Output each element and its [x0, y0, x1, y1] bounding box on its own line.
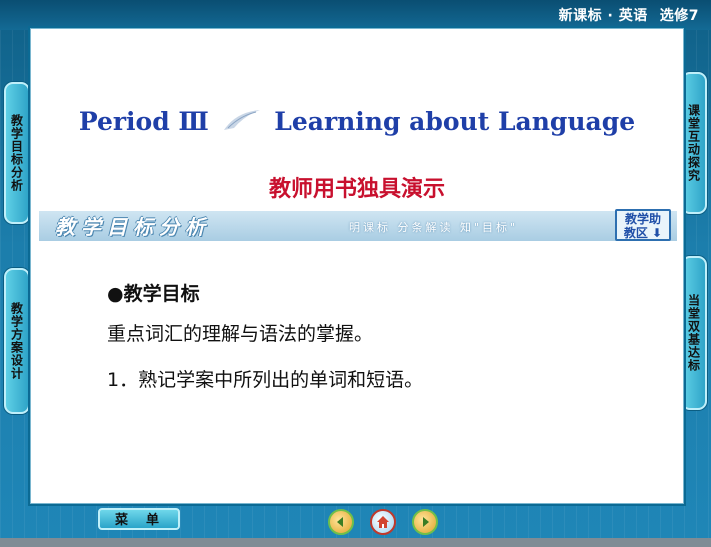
section-hint: 明课标 分条解读 知"目标" [349, 221, 519, 234]
goal-item: 1．熟记学案中所列出的单词和短语。 [107, 369, 424, 391]
slide-subtitle: 教师用书独具演示 [268, 176, 445, 202]
side-tab-teaching-plan[interactable]: 教学方案设计 [4, 268, 30, 414]
section-banner: 教学目标分析 明课标 分条解读 知"目标" [39, 211, 677, 241]
top-bar: 新课标 · 英语 选修7 [0, 0, 711, 30]
module-name: 选修7 [659, 8, 699, 24]
goal-text: 重点词汇的理解与语法的掌握。 [107, 323, 374, 345]
side-tab-classroom-interaction[interactable]: 课堂互动探究 [681, 72, 707, 214]
slide-title: Period Ⅲ Learning about Language [31, 107, 683, 136]
section-title: 教学目标分析 [55, 215, 211, 239]
goal-heading: ●教学目标 [107, 283, 200, 305]
assist-button-line1: 教学助 [624, 212, 661, 226]
side-tab-basic-practice[interactable]: 当堂双基达标 [681, 256, 707, 410]
feather-swoosh-icon [223, 110, 260, 130]
course-name: 新课标 · 英语 [558, 8, 648, 24]
teaching-assist-button[interactable]: 教学助 教区 ⬇ [615, 209, 671, 241]
side-tab-label: 教学目标分析 [9, 114, 24, 192]
home-icon[interactable] [370, 509, 396, 535]
side-tab-label: 当堂双基达标 [686, 294, 701, 372]
course-label: 新课标 · 英语 选修7 [559, 5, 699, 25]
side-tab-teaching-goals[interactable]: 教学目标分析 [4, 82, 30, 224]
assist-button-line2: 教区 ⬇ [623, 226, 663, 240]
slide-panel: Period Ⅲ Learning about Language 教师用书独具演… [30, 28, 684, 504]
side-tab-label: 课堂互动探究 [686, 104, 701, 182]
menu-button[interactable]: 菜单 [98, 508, 180, 530]
bottom-strip [0, 538, 711, 547]
title-topic: Learning about Language [274, 107, 636, 136]
title-period: Period Ⅲ [78, 107, 209, 136]
side-tab-label: 教学方案设计 [9, 302, 24, 380]
previous-page-icon[interactable] [328, 509, 354, 535]
next-page-icon[interactable] [412, 509, 438, 535]
